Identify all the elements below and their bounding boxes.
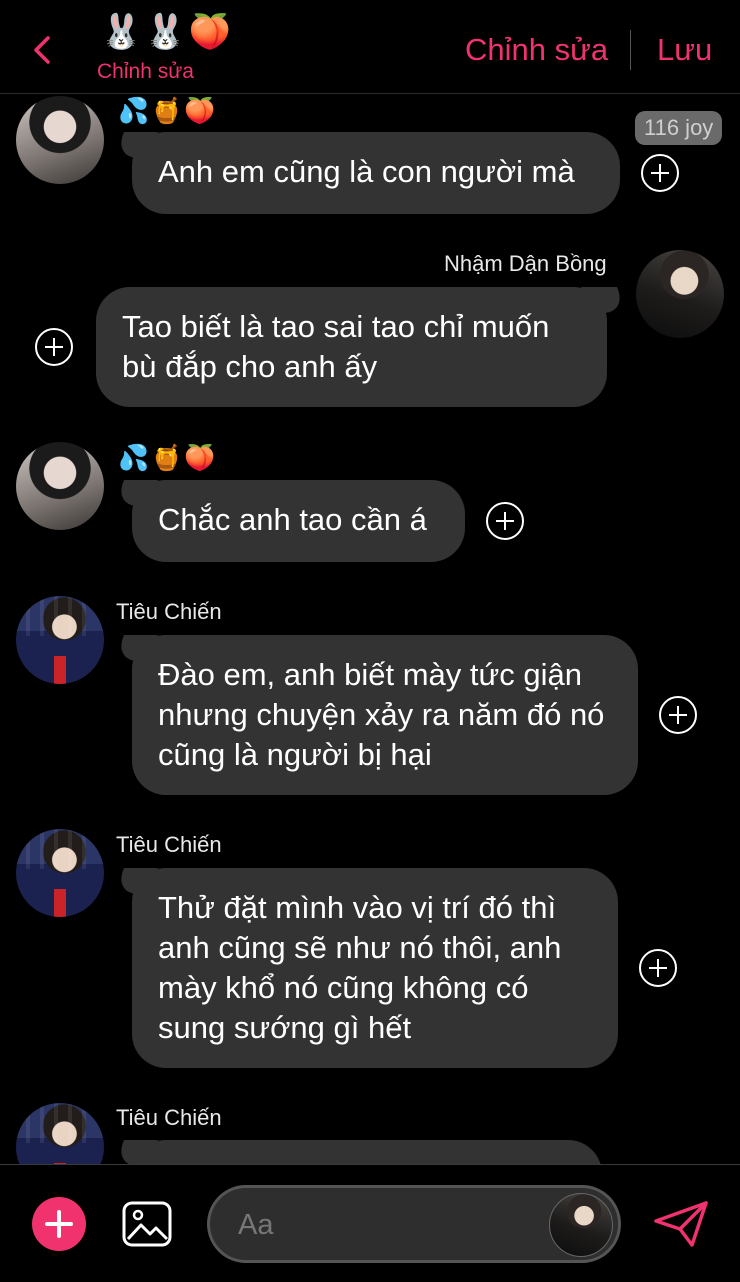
message-bubble[interactable]: Tao biết là tao sai tao chỉ muốn bù đắp … [96, 287, 607, 407]
message-bubble[interactable]: Đào em, anh biết mày tức giận nhưng chuy… [132, 635, 638, 795]
sender-avatar[interactable] [16, 96, 104, 184]
header-emojis: 🐰🐰🍑 [100, 12, 234, 52]
add-plus-button[interactable] [32, 1197, 86, 1251]
edit-button[interactable]: Chỉnh sửa [465, 32, 608, 68]
react-plus-icon[interactable] [659, 696, 697, 734]
back-chevron-icon[interactable] [28, 30, 58, 70]
message-text: Anh em cũng là con người mà [158, 154, 575, 189]
react-plus-icon[interactable] [639, 949, 677, 987]
message-list[interactable]: 💦🍯🍑 116 joy Anh em cũng là con người mà … [0, 94, 740, 1164]
header-subtitle: Chỉnh sửa [97, 60, 194, 83]
send-icon[interactable] [652, 1199, 710, 1249]
image-icon[interactable] [122, 1201, 172, 1247]
header-divider [630, 30, 631, 70]
message-input-box[interactable] [207, 1185, 621, 1263]
react-plus-icon[interactable] [486, 502, 524, 540]
sender-emojis: 💦🍯🍑 [118, 443, 218, 472]
joy-badge: 116 joy [635, 111, 723, 145]
sender-name: Tiêu Chiến [116, 832, 222, 857]
sender-avatar[interactable] [16, 829, 104, 917]
chat-header: 🐰🐰🍑 Chỉnh sửa Chỉnh sửa Lưu [0, 0, 740, 94]
message-text: Tao biết là tao sai tao chỉ muốn bù đắp … [122, 309, 550, 384]
react-plus-icon[interactable] [35, 328, 73, 366]
message-bubble[interactable]: Thử đặt mình vào vị trí đó thì anh cũng … [132, 868, 618, 1068]
message-bubble[interactable] [132, 1140, 602, 1164]
message-text: Đào em, anh biết mày tức giận nhưng chuy… [158, 657, 605, 772]
sender-name: Tiêu Chiến [116, 599, 222, 624]
sender-emojis: 💦🍯🍑 [118, 96, 218, 125]
message-bubble[interactable]: Chắc anh tao cần á [132, 480, 465, 562]
sender-name: Nhậm Dận Bồng [444, 251, 607, 276]
sender-avatar[interactable] [636, 250, 724, 338]
message-input[interactable] [236, 1202, 540, 1248]
sender-avatar[interactable] [16, 1103, 104, 1164]
message-text: Chắc anh tao cần á [158, 502, 427, 537]
message-bubble[interactable]: Anh em cũng là con người mà [132, 132, 620, 214]
message-text: Thử đặt mình vào vị trí đó thì anh cũng … [158, 890, 562, 1045]
sender-name: Tiêu Chiến [116, 1105, 222, 1130]
sender-avatar[interactable] [16, 442, 104, 530]
composer-bar [0, 1164, 740, 1282]
persona-avatar[interactable] [549, 1193, 613, 1257]
sender-avatar[interactable] [16, 596, 104, 684]
react-plus-icon[interactable] [641, 154, 679, 192]
save-button[interactable]: Lưu [657, 32, 712, 68]
